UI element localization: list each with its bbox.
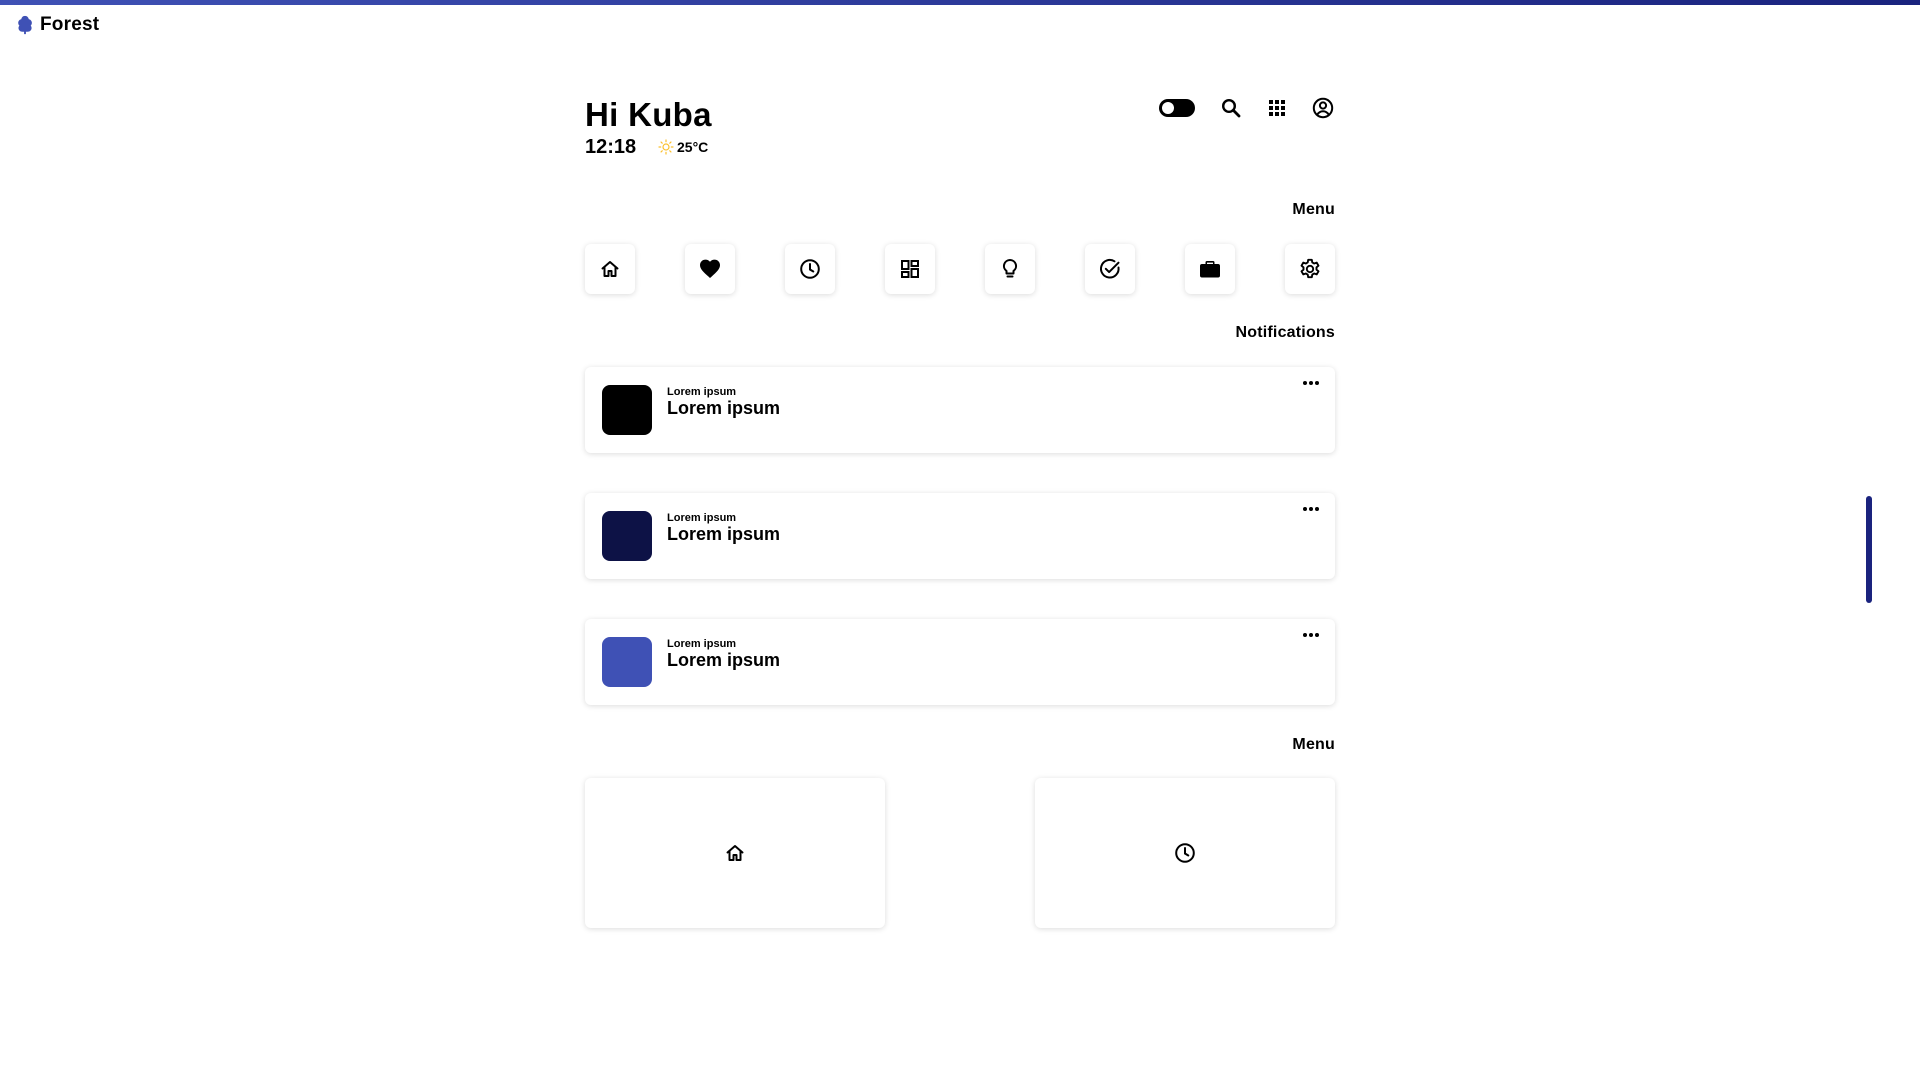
header-actions xyxy=(1159,96,1335,120)
menu-history-button[interactable] xyxy=(785,244,835,294)
menu-favorites-button[interactable] xyxy=(685,244,735,294)
more-options-button[interactable] xyxy=(1299,375,1323,391)
menu-ideas-button[interactable] xyxy=(985,244,1035,294)
tree-icon xyxy=(18,15,32,35)
notification-thumbnail xyxy=(602,511,652,561)
weather: 25°C xyxy=(658,139,708,155)
notification-thumbnail xyxy=(602,637,652,687)
more-options-button[interactable] xyxy=(1299,627,1323,643)
tile-history[interactable] xyxy=(1035,778,1335,928)
gear-icon xyxy=(1300,258,1320,279)
toggle-knob xyxy=(1162,102,1174,114)
notification-card[interactable]: Lorem ipsum Lorem ipsum xyxy=(585,493,1335,579)
more-horizontal-icon xyxy=(1303,633,1319,637)
tile-home[interactable] xyxy=(585,778,885,928)
more-options-button[interactable] xyxy=(1299,501,1323,517)
notification-card[interactable]: Lorem ipsum Lorem ipsum xyxy=(585,619,1335,705)
menu-row xyxy=(585,244,1335,294)
notification-subtitle: Lorem ipsum xyxy=(667,386,737,398)
brand[interactable]: Forest xyxy=(14,14,99,36)
menu-tasks-button[interactable] xyxy=(1085,244,1135,294)
clock-time: 12:18 xyxy=(585,136,637,158)
theme-toggle[interactable] xyxy=(1159,99,1195,117)
top-accent-bar xyxy=(0,0,1920,5)
scroll-indicator[interactable] xyxy=(1866,496,1872,603)
notification-title: Lorem ipsum xyxy=(667,650,781,670)
bottom-menu-title: Menu xyxy=(1292,736,1335,753)
clock-icon xyxy=(800,259,820,279)
apps-button[interactable] xyxy=(1265,96,1289,120)
notification-title: Lorem ipsum xyxy=(667,398,781,418)
heart-icon xyxy=(700,259,720,278)
menu-home-button[interactable] xyxy=(585,244,635,294)
lightbulb-icon xyxy=(1002,258,1018,278)
sun-icon xyxy=(658,139,674,155)
notifications-title: Notifications xyxy=(1235,324,1335,341)
account-icon xyxy=(1312,97,1334,119)
menu-dashboard-button[interactable] xyxy=(885,244,935,294)
more-horizontal-icon xyxy=(1303,381,1319,385)
temperature: 25°C xyxy=(677,139,709,155)
clock-icon xyxy=(1175,843,1195,863)
account-button[interactable] xyxy=(1311,96,1335,120)
menu-settings-button[interactable] xyxy=(1285,244,1335,294)
menu-section-title: Menu xyxy=(1292,201,1335,218)
notification-subtitle: Lorem ipsum xyxy=(667,512,737,524)
more-horizontal-icon xyxy=(1303,507,1319,511)
search-button[interactable] xyxy=(1219,96,1243,120)
notification-title: Lorem ipsum xyxy=(667,524,781,544)
home-icon xyxy=(726,845,744,861)
apps-grid-icon xyxy=(1269,100,1285,116)
notification-thumbnail xyxy=(602,385,652,435)
notification-card[interactable]: Lorem ipsum Lorem ipsum xyxy=(585,367,1335,453)
notification-subtitle: Lorem ipsum xyxy=(667,638,737,650)
dashboard-icon xyxy=(901,260,919,278)
home-icon xyxy=(601,261,619,277)
brand-name: Forest xyxy=(40,14,100,35)
check-circle-icon xyxy=(1099,258,1120,279)
search-icon xyxy=(1221,98,1241,118)
greeting: Hi Kuba xyxy=(585,96,712,133)
menu-work-button[interactable] xyxy=(1185,244,1235,294)
briefcase-icon xyxy=(1200,261,1220,278)
